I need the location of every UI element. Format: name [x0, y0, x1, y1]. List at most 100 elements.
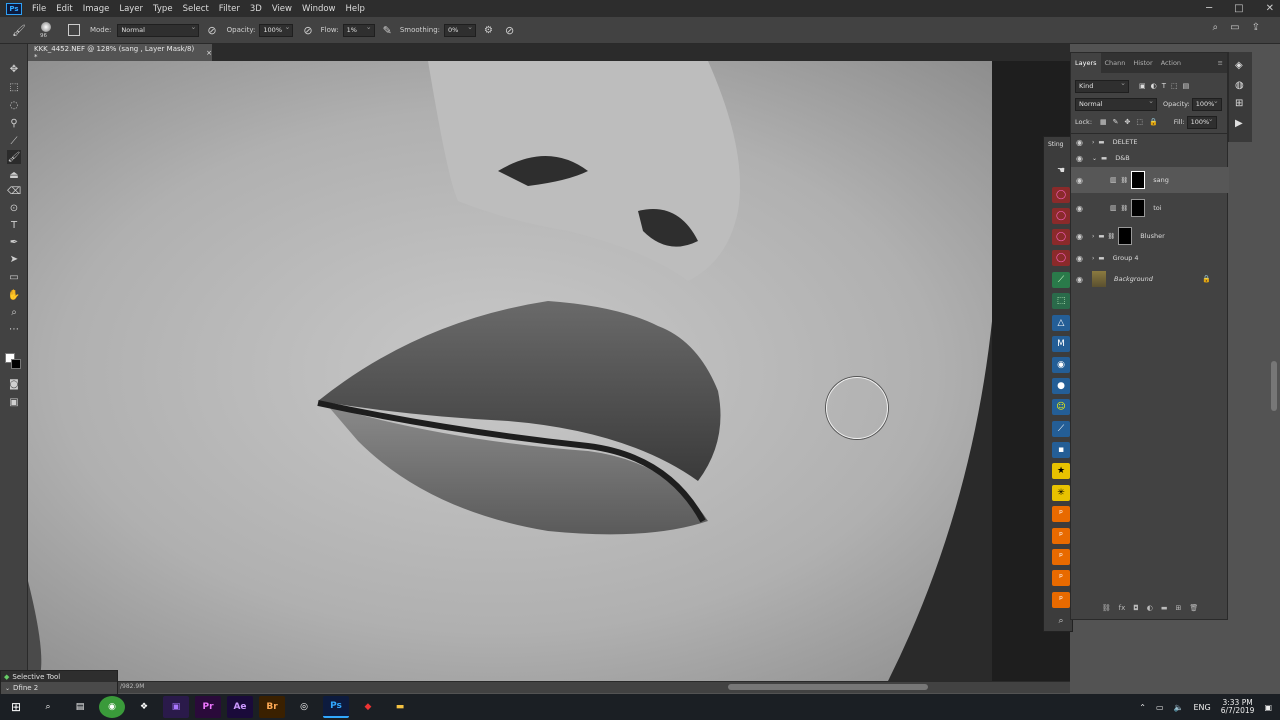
- layer-row-sang[interactable]: ◉ ▥ ⛓ sang: [1071, 167, 1229, 193]
- eye-icon[interactable]: ◉: [1076, 204, 1086, 213]
- tab-channels[interactable]: Chann: [1101, 59, 1130, 67]
- globe-icon[interactable]: ◎: [291, 696, 317, 718]
- screen-mode-icon[interactable]: ▣: [7, 395, 21, 409]
- new-group-icon[interactable]: ▬: [1161, 604, 1168, 612]
- blue-button-2[interactable]: ●: [1052, 378, 1070, 394]
- actions-dock-icon[interactable]: ⊞: [1235, 98, 1243, 109]
- volume-icon[interactable]: 🔈: [1174, 703, 1184, 712]
- brush-orange-icon-4[interactable]: ᵖ: [1052, 570, 1070, 586]
- eraser-tool-icon[interactable]: ⌫: [7, 184, 21, 198]
- layer-row-delete[interactable]: ◉ › ▬ DELETE: [1071, 135, 1229, 149]
- chevron-down-icon[interactable]: ⌄: [1092, 155, 1097, 162]
- language-indicator[interactable]: ENG: [1194, 703, 1211, 712]
- panel-menu-icon[interactable]: ≡: [1214, 59, 1227, 67]
- app-icon[interactable]: ❖: [131, 696, 157, 718]
- hand-icon[interactable]: ☚: [1052, 163, 1070, 179]
- eye-icon[interactable]: ◉: [1076, 154, 1086, 163]
- play-icon[interactable]: ▶: [1235, 118, 1243, 129]
- marquee-tool-icon[interactable]: ⬚: [7, 80, 21, 94]
- smoothing-field[interactable]: 0%: [444, 23, 477, 37]
- mask-thumbnail[interactable]: [1118, 227, 1133, 245]
- media-encoder-icon[interactable]: ▣: [163, 696, 189, 718]
- airbrush-icon[interactable]: ✎: [383, 24, 392, 37]
- eye-icon[interactable]: ◉: [1076, 254, 1086, 263]
- horizontal-scrollbar[interactable]: [28, 681, 1070, 693]
- eye-icon[interactable]: ◉: [1076, 138, 1086, 147]
- tab-layers[interactable]: Layers: [1071, 53, 1101, 73]
- zoom-tool-icon[interactable]: ⌕: [7, 305, 21, 319]
- share-icon[interactable]: ⇪: [1252, 22, 1260, 33]
- scroll-thumb[interactable]: [728, 684, 928, 690]
- sun-yellow-icon[interactable]: ✳: [1052, 485, 1070, 501]
- menu-view[interactable]: View: [272, 4, 292, 14]
- layer-row-group4[interactable]: ◉ › ▬ Group 4: [1071, 251, 1229, 265]
- zoom-icon[interactable]: ⌕: [1052, 613, 1070, 629]
- shape-tool-icon[interactable]: ▭: [7, 270, 21, 284]
- eye-icon[interactable]: ◉: [1076, 176, 1086, 185]
- menu-select[interactable]: Select: [183, 4, 209, 14]
- more-tools-icon[interactable]: ⋯: [7, 322, 21, 336]
- lasso-red-icon-4[interactable]: ◯: [1052, 250, 1070, 266]
- chevron-up-icon[interactable]: ⌃: [1139, 703, 1146, 712]
- network-icon[interactable]: ▭: [1156, 703, 1164, 712]
- eye-icon[interactable]: ◉: [1076, 232, 1086, 241]
- mask-thumbnail[interactable]: [1131, 171, 1146, 189]
- dfine-item[interactable]: Dfine 2: [13, 684, 38, 692]
- layer-row-blusher[interactable]: ◉ › ▬ ⛓ Blusher: [1071, 223, 1229, 249]
- star-yellow-icon[interactable]: ★: [1052, 463, 1070, 479]
- pressure-icon[interactable]: ⊘: [303, 24, 312, 37]
- link-icon[interactable]: ⛓: [1108, 233, 1116, 240]
- chevron-right-icon[interactable]: ›: [1092, 233, 1094, 240]
- premiere-icon[interactable]: Pr: [195, 696, 221, 718]
- eye-icon[interactable]: ◉: [1076, 275, 1086, 284]
- lasso-red-icon-2[interactable]: ◯: [1052, 208, 1070, 224]
- menu-edit[interactable]: Edit: [56, 4, 72, 14]
- link-layers-icon[interactable]: ⛓: [1102, 604, 1111, 612]
- layer-row-db[interactable]: ◉ ⌄ ▬ D&B: [1071, 151, 1229, 165]
- brush-orange-icon-3[interactable]: ᵖ: [1052, 549, 1070, 565]
- flag-icon[interactable]: ◆: [355, 696, 381, 718]
- document-canvas[interactable]: [28, 61, 1070, 681]
- brush-settings-icon[interactable]: [67, 24, 80, 36]
- new-layer-icon[interactable]: ⊞: [1176, 604, 1182, 612]
- scroll-thumb[interactable]: [1271, 361, 1277, 411]
- menu-file[interactable]: File: [32, 4, 46, 14]
- chevron-right-icon[interactable]: ›: [1092, 255, 1094, 262]
- crop-green-icon[interactable]: ⬚: [1052, 293, 1070, 309]
- add-mask-icon[interactable]: ◘: [1133, 604, 1139, 612]
- layer-row-toi[interactable]: ◉ ▥ ⛓ toi: [1071, 195, 1229, 221]
- photoshop-taskbar-icon[interactable]: Ps: [323, 696, 349, 718]
- filter-icons[interactable]: ▣◐T⬚▤: [1139, 82, 1194, 90]
- blue-button-1[interactable]: M: [1052, 336, 1070, 352]
- close-button[interactable]: ✕: [1266, 3, 1274, 14]
- tab-history[interactable]: Histor: [1129, 59, 1156, 67]
- dropper-blue-icon[interactable]: ⟋: [1052, 421, 1070, 437]
- smile-icon[interactable]: ☺: [1052, 399, 1070, 415]
- path-select-tool-icon[interactable]: ➤: [7, 252, 21, 266]
- gear-icon[interactable]: ⚙: [484, 25, 493, 36]
- lasso-red-icon[interactable]: ◯: [1052, 187, 1070, 203]
- quick-select-tool-icon[interactable]: ⚲: [7, 116, 21, 130]
- brush-orange-icon-5[interactable]: ᵖ: [1052, 592, 1070, 608]
- trash-icon[interactable]: 🗑: [1189, 604, 1198, 612]
- menu-3d[interactable]: 3D: [250, 4, 262, 14]
- fill-field[interactable]: 100%: [1186, 115, 1217, 129]
- minimize-button[interactable]: ─: [1206, 3, 1212, 14]
- clock[interactable]: 3:33 PM 6/7/2019: [1221, 698, 1255, 716]
- channels-dock-icon[interactable]: ◍: [1235, 80, 1244, 91]
- image-thumbnail[interactable]: [1092, 271, 1106, 287]
- bridge-icon[interactable]: Br: [259, 696, 285, 718]
- maximize-button[interactable]: □: [1234, 3, 1243, 14]
- menu-image[interactable]: Image: [83, 4, 110, 14]
- menu-window[interactable]: Window: [302, 4, 336, 14]
- workspace-icon[interactable]: ▭: [1230, 22, 1239, 33]
- lasso-tool-icon[interactable]: ◌: [7, 98, 21, 112]
- layers-dock-icon[interactable]: ◈: [1235, 60, 1243, 71]
- brush-preset-picker[interactable]: 96: [36, 20, 58, 40]
- search-icon[interactable]: ⌕: [35, 696, 61, 718]
- eye-blue-icon[interactable]: ◉: [1052, 357, 1070, 373]
- lock-icons[interactable]: ▦✎✥⬚🔒: [1100, 118, 1164, 126]
- move-tool-icon[interactable]: ✥: [7, 62, 21, 76]
- menu-layer[interactable]: Layer: [119, 4, 143, 14]
- menu-type[interactable]: Type: [153, 4, 173, 14]
